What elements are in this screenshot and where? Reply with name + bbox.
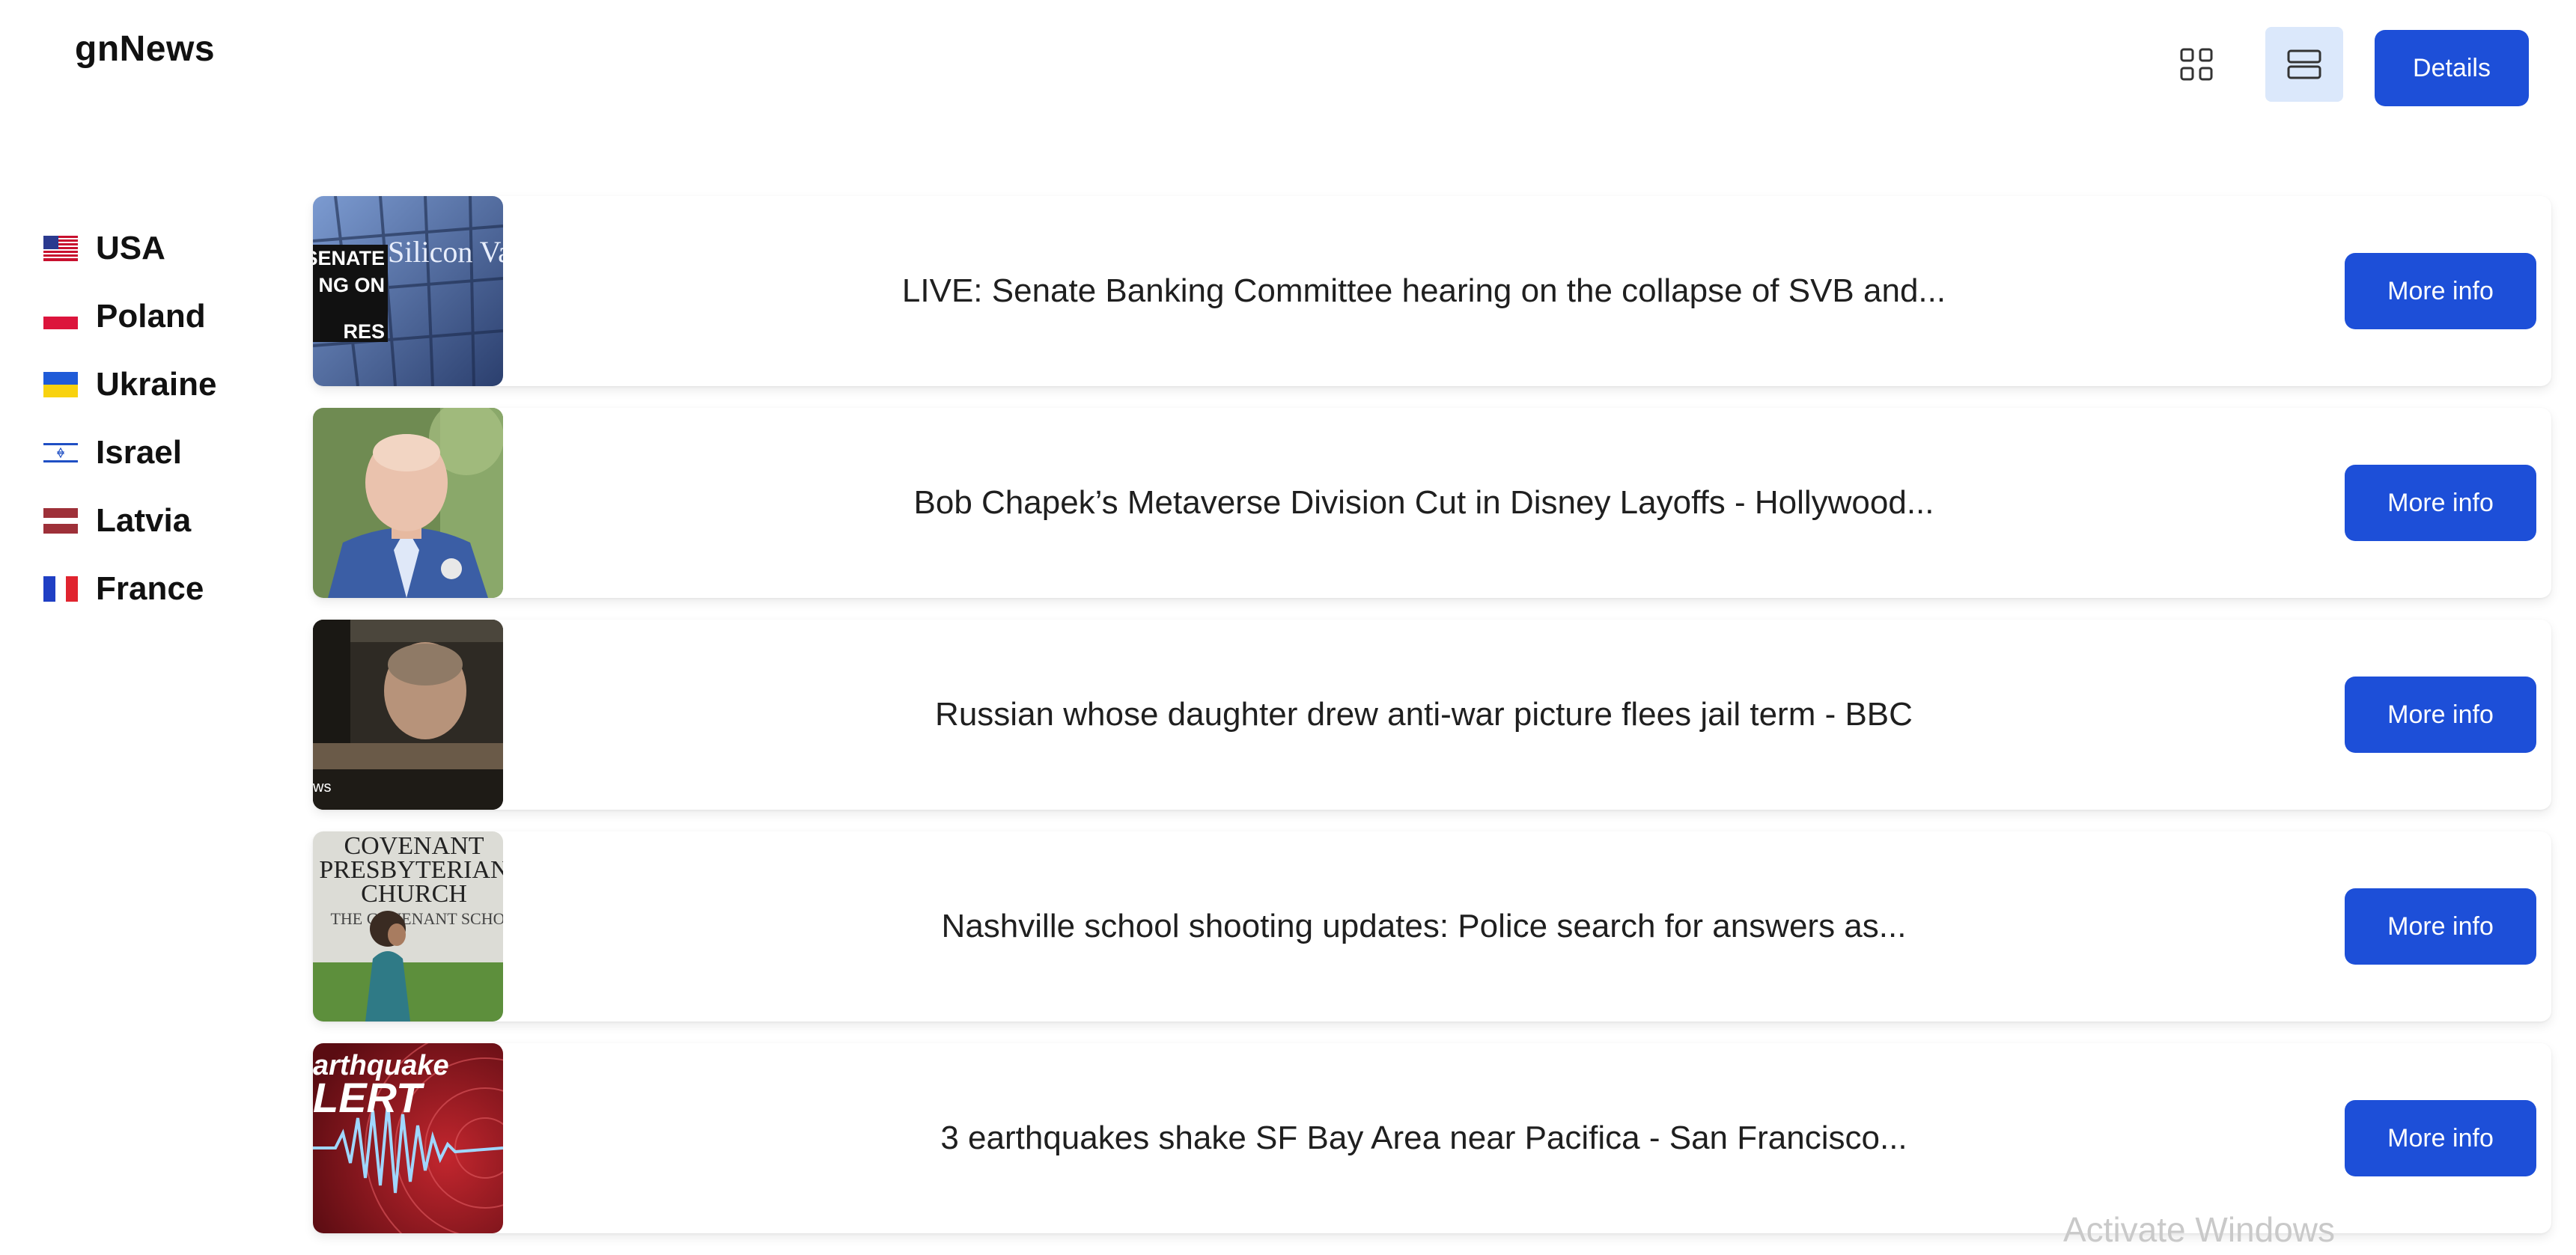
- thumb-caption: SENATE: [313, 247, 385, 269]
- sidebar-item-label: France: [96, 570, 204, 607]
- sidebar-item-label: Poland: [96, 297, 206, 335]
- thumb-caption: RES: [343, 320, 385, 343]
- news-title[interactable]: LIVE: Senate Banking Committee hearing o…: [503, 272, 2345, 310]
- more-info-button[interactable]: More info: [2345, 1100, 2536, 1176]
- usa-flag-icon: [43, 235, 78, 261]
- sidebar-item-israel[interactable]: Israel: [43, 418, 268, 486]
- sidebar-item-label: Ukraine: [96, 365, 217, 403]
- more-info-button[interactable]: More info: [2345, 465, 2536, 541]
- thumb-caption: THE COVENANT SCHO: [330, 909, 503, 928]
- sidebar-item-usa[interactable]: USA: [43, 214, 268, 282]
- news-card[interactable]: Bob Chapek’s Metaverse Division Cut in D…: [313, 408, 2551, 598]
- sidebar-item-label: Latvia: [96, 501, 192, 539]
- israel-flag-icon: [43, 439, 78, 465]
- more-info-button[interactable]: More info: [2345, 253, 2536, 329]
- grid-view-icon: [2180, 48, 2213, 81]
- news-thumbnail[interactable]: arthquake LERT: [313, 1043, 503, 1233]
- news-feed: SENATE NG ON RES Silicon Vall LIVE: Sena…: [313, 196, 2551, 1255]
- news-title[interactable]: 3 earthquakes shake SF Bay Area near Pac…: [503, 1120, 2345, 1157]
- sidebar-item-ukraine[interactable]: Ukraine: [43, 350, 268, 418]
- more-info-button[interactable]: More info: [2345, 888, 2536, 965]
- list-view-icon: [2287, 49, 2321, 79]
- ukraine-flag-icon: [43, 371, 78, 397]
- details-button[interactable]: Details: [2375, 30, 2529, 106]
- sidebar-item-label: USA: [96, 229, 165, 266]
- news-thumbnail[interactable]: SENATE NG ON RES Silicon Vall: [313, 196, 503, 386]
- thumb-caption: CHURCH: [361, 880, 467, 908]
- news-title[interactable]: Russian whose daughter drew anti-war pic…: [503, 696, 2345, 733]
- sidebar-item-label: Israel: [96, 433, 182, 471]
- country-sidebar: USA Poland Ukraine Israel Latvia France: [43, 214, 268, 623]
- list-view-button[interactable]: [2265, 27, 2343, 102]
- news-thumbnail[interactable]: COVENANT PRESBYTERIAN CHURCH THE COVENAN…: [313, 831, 503, 1022]
- thumb-caption: NG ON: [318, 274, 385, 296]
- news-card[interactable]: SENATE NG ON RES Silicon Vall LIVE: Sena…: [313, 196, 2551, 386]
- france-flag-icon: [43, 575, 78, 602]
- grid-view-button[interactable]: [2158, 27, 2235, 102]
- more-info-button[interactable]: More info: [2345, 677, 2536, 753]
- thumb-caption: LERT: [313, 1074, 425, 1121]
- sidebar-item-france[interactable]: France: [43, 555, 268, 623]
- app-logo[interactable]: gnNews: [75, 28, 215, 70]
- latvia-flag-icon: [43, 507, 78, 534]
- thumb-sign: Silicon Vall: [388, 235, 503, 269]
- news-card[interactable]: COVENANT PRESBYTERIAN CHURCH THE COVENAN…: [313, 831, 2551, 1022]
- news-thumbnail[interactable]: [313, 408, 503, 598]
- sidebar-item-latvia[interactable]: Latvia: [43, 486, 268, 555]
- news-title[interactable]: Nashville school shooting updates: Polic…: [503, 908, 2345, 945]
- thumb-caption: ws: [313, 779, 331, 796]
- news-card[interactable]: arthquake LERT 3 earthquakes shake SF Ba…: [313, 1043, 2551, 1233]
- news-card[interactable]: ws Russian whose daughter drew anti-war …: [313, 620, 2551, 810]
- sidebar-item-poland[interactable]: Poland: [43, 282, 268, 350]
- news-title[interactable]: Bob Chapek’s Metaverse Division Cut in D…: [503, 484, 2345, 522]
- news-thumbnail[interactable]: ws: [313, 620, 503, 810]
- windows-activation-watermark: Activate Windows: [2063, 1210, 2336, 1249]
- poland-flag-icon: [43, 303, 78, 329]
